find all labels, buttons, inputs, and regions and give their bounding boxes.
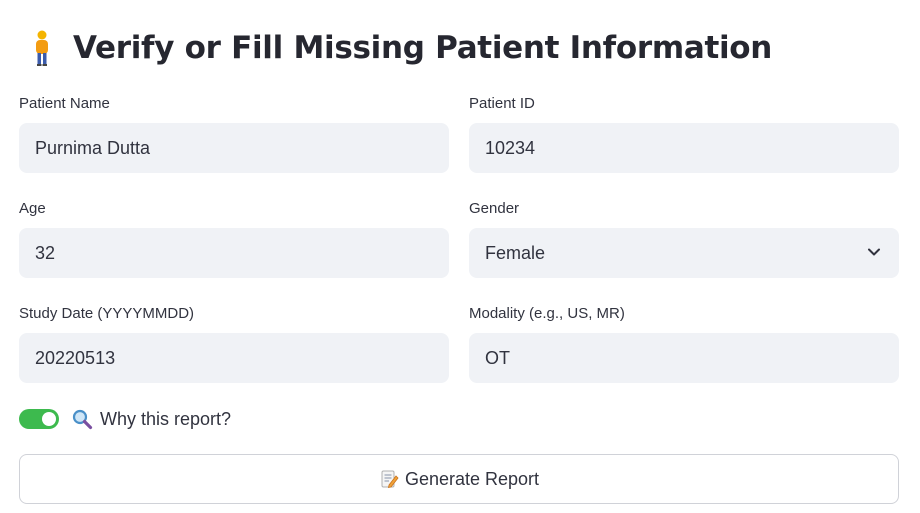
page-title-text: Verify or Fill Missing Patient Informati… [73,30,773,66]
age-input[interactable] [35,242,433,264]
patient-id-input-wrapper [469,123,899,173]
modality-input-wrapper [469,333,899,383]
gender-label: Gender [469,200,520,217]
chevron-down-icon [868,248,880,256]
patient-name-label: Patient Name [19,95,110,112]
study-date-field: Study Date (YYYYMMDD) [19,304,449,383]
why-report-toggle-row: Why this report? [19,406,231,432]
generate-report-label: Generate Report [404,468,540,489]
why-report-label: Why this report? [100,408,232,429]
person-standing-icon [36,30,48,66]
gender-select[interactable]: Female [469,228,899,278]
toggle-knob [42,412,56,426]
patient-name-input-wrapper [19,123,449,173]
patient-id-label: Patient ID [469,95,535,112]
age-label: Age [19,200,46,217]
patient-name-field: Patient Name [19,94,449,173]
generate-report-button[interactable]: Generate Report [19,454,899,504]
gender-selected-value: Female [485,242,546,263]
magnifying-glass-icon [72,409,93,430]
modality-field: Modality (e.g., US, MR) [469,304,899,383]
patient-name-input[interactable] [35,137,433,159]
why-report-toggle[interactable] [19,409,59,429]
study-date-input-wrapper [19,333,449,383]
study-date-label: Study Date (YYYYMMDD) [19,305,195,322]
study-date-input[interactable] [35,347,433,369]
memo-icon [381,470,399,489]
modality-label: Modality (e.g., US, MR) [469,305,625,322]
page-title: Verify or Fill Missing Patient Informati… [22,26,772,70]
age-input-wrapper [19,228,449,278]
age-field: Age [19,199,449,278]
patient-id-input[interactable] [485,137,883,159]
gender-field: Gender Female [469,199,899,278]
patient-id-field: Patient ID [469,94,899,173]
modality-input[interactable] [485,347,883,369]
